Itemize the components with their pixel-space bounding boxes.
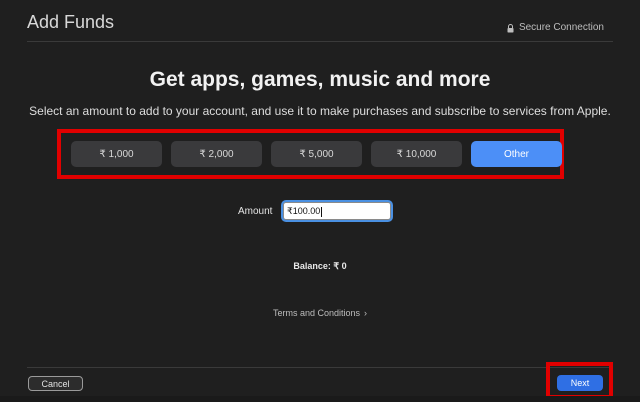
cancel-button[interactable]: Cancel	[28, 376, 83, 391]
amount-options: ₹ 1,000 ₹ 2,000 ₹ 5,000 ₹ 10,000 Other	[71, 141, 562, 167]
amount-value: ₹100.00	[287, 206, 321, 216]
text-caret	[321, 206, 323, 217]
page-title: Add Funds	[27, 12, 115, 32]
subheadline: Select an amount to add to your account,…	[29, 104, 611, 118]
bottom-divider	[27, 367, 613, 368]
next-button[interactable]: Next	[557, 375, 603, 391]
lock-icon	[507, 23, 514, 32]
headline: Get apps, games, music and more	[149, 68, 491, 91]
terms-link[interactable]: Terms and Conditions ›	[0, 308, 640, 318]
secure-connection-label: Secure Connection	[518, 22, 604, 33]
balance-text: Balance: ₹ 0	[293, 261, 347, 271]
chevron-right-icon: ›	[364, 308, 368, 318]
top-divider	[27, 41, 613, 42]
amount-button-other[interactable]: Other	[471, 141, 562, 167]
secure-connection: Secure Connection	[507, 22, 604, 33]
background-strip	[0, 396, 640, 402]
amount-button-2000[interactable]: ₹ 2,000	[171, 141, 262, 167]
amount-button-5000[interactable]: ₹ 5,000	[271, 141, 362, 167]
amount-input[interactable]: ₹100.00	[283, 202, 391, 220]
terms-label: Terms and Conditions	[272, 308, 361, 318]
amount-label: Amount	[238, 206, 273, 217]
amount-button-1000[interactable]: ₹ 1,000	[71, 141, 162, 167]
amount-button-10000[interactable]: ₹ 10,000	[371, 141, 462, 167]
